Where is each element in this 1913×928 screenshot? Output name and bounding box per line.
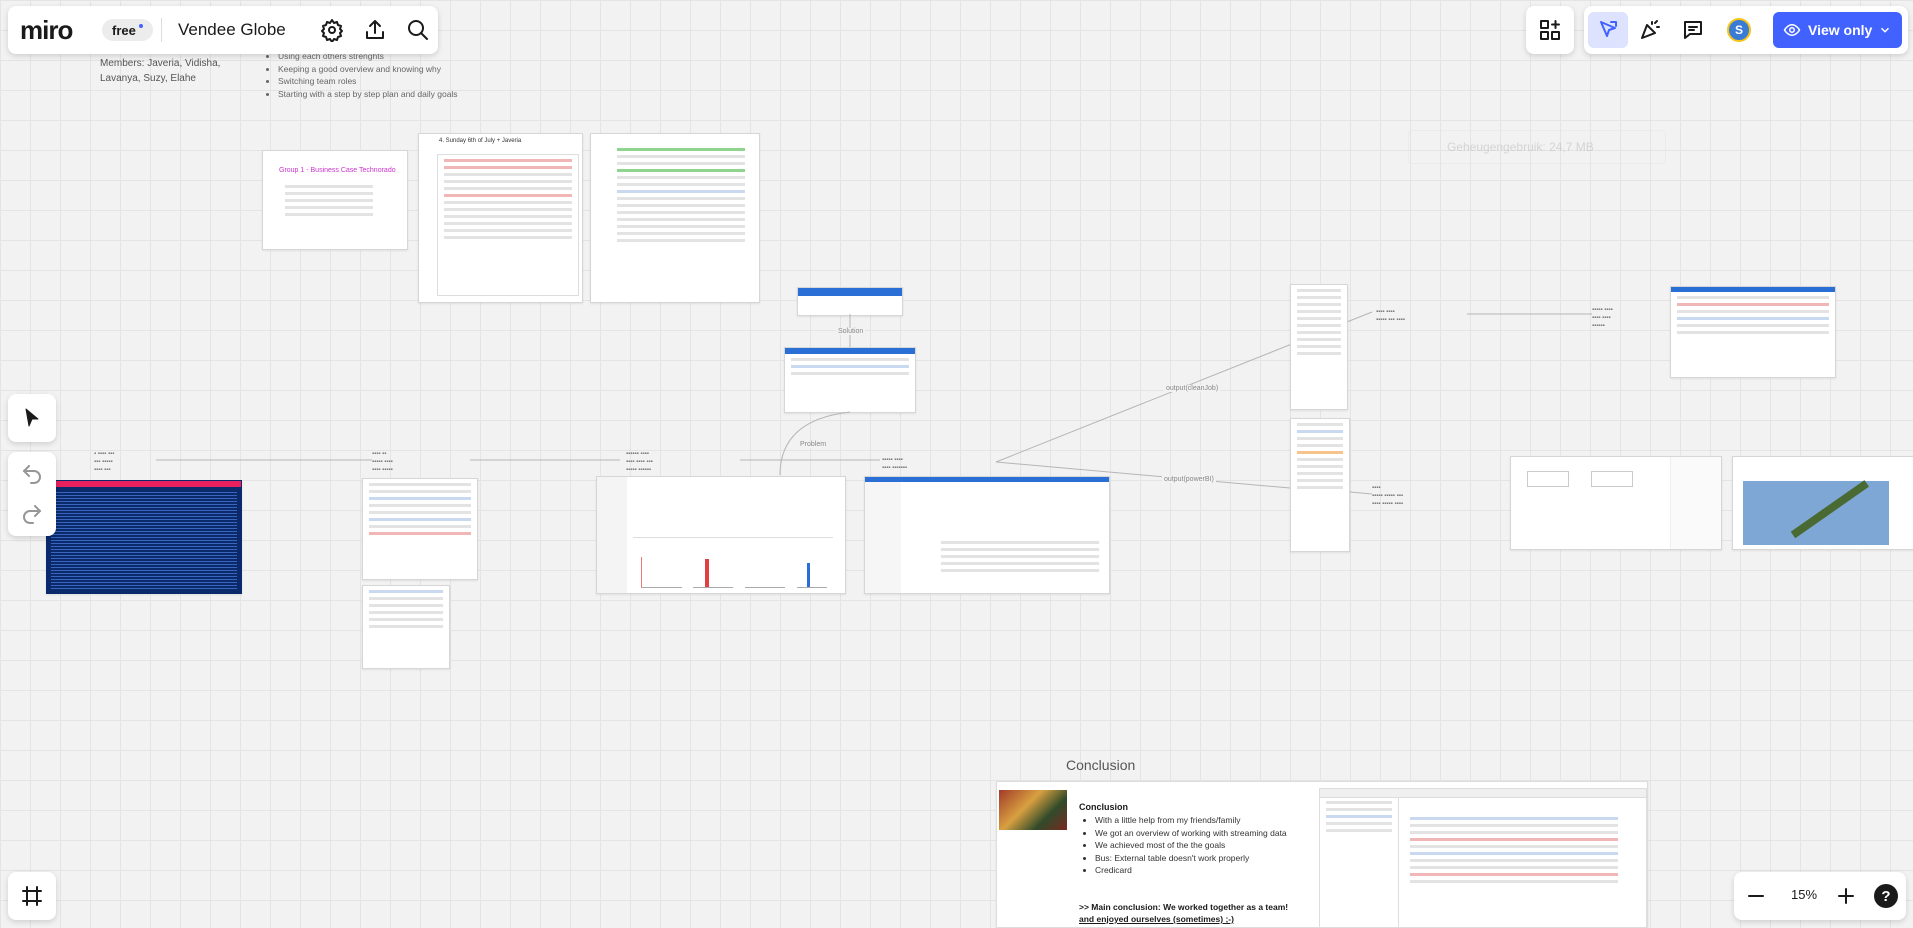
conclusion-bullet: Bus: External table doesn't work properl…	[1095, 852, 1287, 865]
plus-icon	[1838, 888, 1854, 904]
conclusion-bullets: With a little help from my friends/famil…	[1079, 814, 1287, 877]
board-title[interactable]: Vendee Globe	[178, 20, 286, 40]
conclusion-bullet: We got an overview of working with strea…	[1095, 827, 1287, 840]
upload-icon	[366, 20, 384, 39]
form-screenshot-2[interactable]	[362, 585, 450, 669]
flow-screenshot[interactable]	[1510, 456, 1722, 550]
undo-icon	[23, 465, 41, 484]
header-divider	[161, 18, 162, 42]
flow-node-6: ▪▪▪▪▪ ▪▪▪▪ ▪▪▪▪ ▪▪▪▪ ▪▪▪▪▪▪	[1592, 307, 1613, 329]
present-button[interactable]	[1588, 12, 1628, 48]
zoom-level[interactable]: 15%	[1782, 887, 1826, 902]
flow-node-7: ▪▪▪▪ ▪▪▪▪▪ ▪▪▪▪▪ ▪▪▪ ▪▪▪▪ ▪▪▪▪▪ ▪▪▪▪	[1372, 485, 1403, 507]
terminal-screenshot[interactable]	[46, 480, 242, 594]
flow-node-3: ▪▪▪▪▪▪ ▪▪▪▪ ▪▪▪▪ ▪▪▪▪ ▪▪▪ ▪▪▪▪▪ ▪▪▪▪▪▪	[626, 451, 653, 473]
label-solution: Solution	[836, 328, 866, 335]
help-icon: ?	[1881, 887, 1891, 905]
label-problem: Problem	[798, 441, 829, 448]
board-canvas[interactable]: Members: Javeria, Vidisha, Lavanya, Suzy…	[0, 0, 1913, 928]
undo-redo-panel	[8, 452, 56, 536]
conclusion-heading: Conclusion	[1066, 757, 1136, 773]
frame-icon	[22, 886, 42, 906]
select-tool-button[interactable]	[14, 400, 50, 436]
search-icon	[408, 20, 428, 40]
gear-icon	[321, 19, 343, 42]
reactions-button[interactable]	[1632, 12, 1668, 48]
minus-icon	[1748, 895, 1764, 897]
cursor-icon	[25, 408, 39, 427]
search-button[interactable]	[400, 12, 436, 48]
frames-panel	[8, 872, 56, 920]
code-screenshot[interactable]	[1670, 286, 1836, 378]
conclusion-main-2: and enjoyed ourselves (sometimes) ;-)	[1079, 914, 1234, 924]
flow-node-2: ▪▪▪▪ ▪▪ ▪▪▪▪▪ ▪▪▪▪ ▪▪▪▪ ▪▪▪▪▪	[372, 451, 393, 473]
zoom-out-button[interactable]	[1738, 878, 1774, 914]
flow-node-4: ▪▪▪▪▪ ▪▪▪▪ ▪▪▪▪ ▪▪▪▪▪▪▪	[882, 457, 908, 471]
tall-form-1[interactable]	[1290, 284, 1348, 410]
chevron-down-icon	[1881, 27, 1890, 33]
label-output-clean: output(cleanJob)	[1164, 385, 1221, 392]
conclusion-bullet: With a little help from my friends/famil…	[1095, 814, 1287, 827]
analytics-screenshot[interactable]	[596, 476, 846, 594]
ide-screenshot	[1319, 788, 1647, 927]
apps-toolbar	[1526, 6, 1574, 54]
help-button[interactable]: ?	[1874, 884, 1898, 908]
comments-button[interactable]	[1675, 12, 1711, 48]
miro-logo[interactable]: miro	[20, 15, 73, 46]
form-screenshot[interactable]	[362, 478, 478, 580]
undo-button[interactable]	[14, 456, 50, 492]
apps-button[interactable]	[1532, 12, 1568, 48]
frames-button[interactable]	[14, 878, 50, 914]
collab-toolbar: S View only	[1584, 6, 1908, 54]
portal-screenshot[interactable]	[864, 476, 1110, 594]
view-only-label: View only	[1808, 22, 1873, 38]
conclusion-card[interactable]: Conclusion With a little help from my fr…	[996, 781, 1648, 928]
view-only-button[interactable]: View only	[1773, 12, 1902, 48]
apps-icon	[1540, 20, 1560, 40]
conclusion-bullet: Credicard	[1095, 864, 1287, 877]
flow-node-1: ▪ ▪▪▪▪ ▪▪▪ ▪▪▪ ▪▪▪▪▪ ▪▪▪▪ ▪▪▪	[94, 451, 115, 473]
plan-dot-icon	[138, 24, 143, 28]
settings-button[interactable]	[314, 12, 350, 48]
label-output-powerbi: output(powerBI)	[1162, 476, 1216, 483]
map-screenshot[interactable]	[1732, 456, 1913, 550]
plan-badge-label: free	[112, 22, 136, 38]
tall-form-2[interactable]	[1290, 418, 1350, 552]
party-icon	[1641, 20, 1660, 39]
select-tool-panel	[8, 394, 56, 442]
cursor-flag-icon	[1600, 21, 1617, 37]
comment-icon	[1684, 21, 1702, 39]
plan-badge[interactable]: free	[102, 19, 153, 41]
share-button[interactable]	[357, 12, 393, 48]
zoom-in-button[interactable]	[1828, 878, 1864, 914]
board-header: miro free Vendee Globe	[8, 6, 438, 54]
conclusion-card-title: Conclusion	[1079, 802, 1128, 812]
beatles-image	[999, 790, 1067, 830]
avatar[interactable]: S	[1727, 18, 1751, 42]
eye-icon	[1783, 23, 1801, 37]
conclusion-bullet: We achieved most of the the goals	[1095, 839, 1287, 852]
conclusion-main: >> Main conclusion: We worked together a…	[1079, 902, 1289, 912]
flow-node-5: ▪▪▪▪ ▪▪▪▪ ▪▪▪▪▪ ▪▪▪ ▪▪▪▪	[1376, 309, 1405, 323]
avatar-initial: S	[1734, 23, 1743, 37]
redo-icon	[23, 505, 41, 524]
zoom-panel: 15% ?	[1734, 872, 1906, 920]
redo-button[interactable]	[14, 496, 50, 532]
